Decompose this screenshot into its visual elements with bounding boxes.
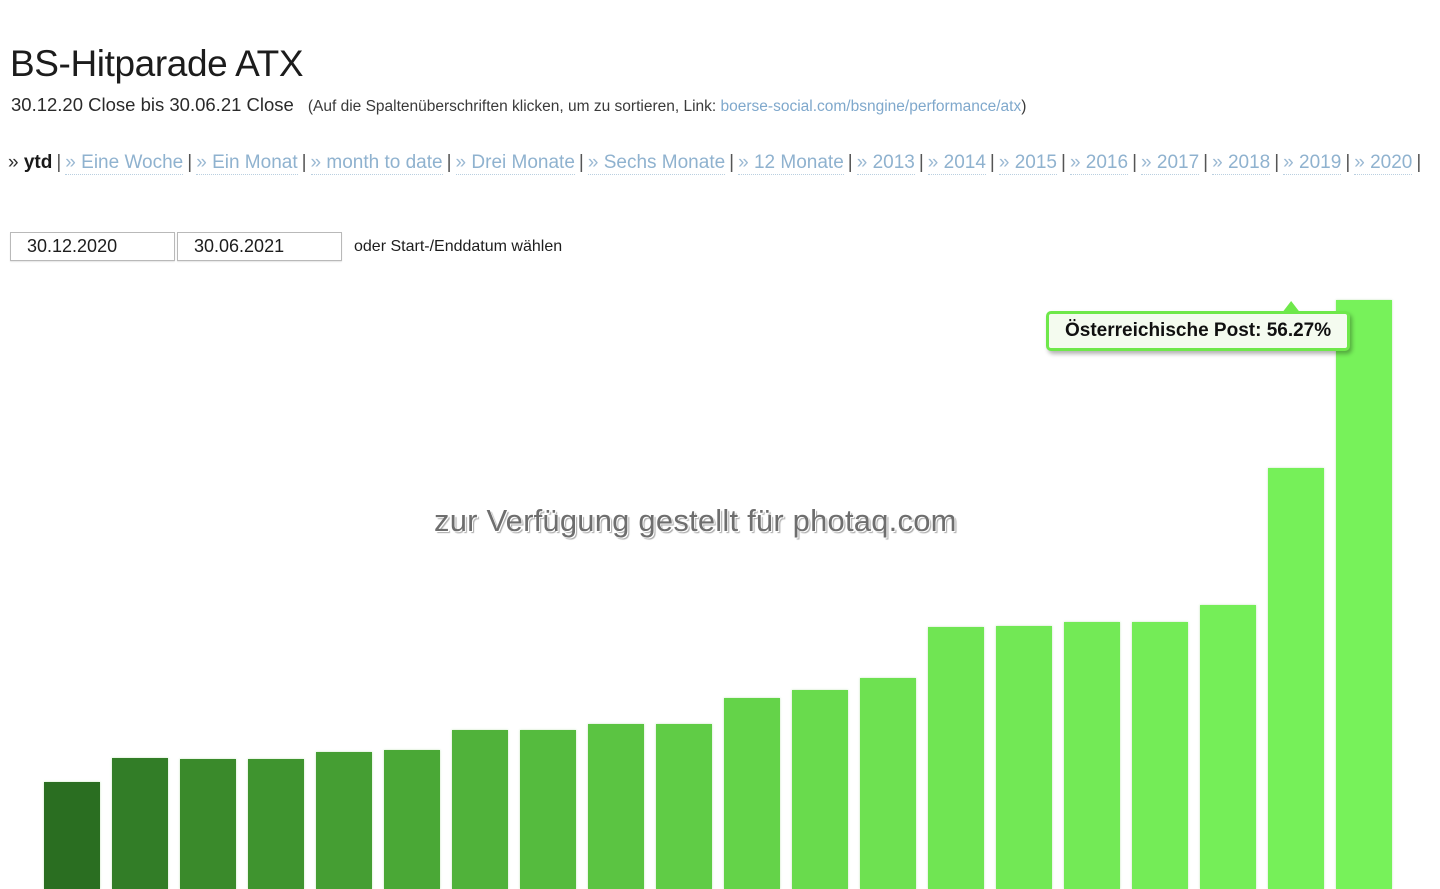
date-note-label: oder Start-/Enddatum wählen xyxy=(354,237,563,255)
nav-item-2013[interactable]: » 2013 xyxy=(856,152,915,175)
nav-separator: | xyxy=(187,152,193,173)
chevron-right-icon: » xyxy=(310,152,327,173)
bar-19[interactable] xyxy=(1268,468,1324,889)
nav-separator: | xyxy=(918,152,924,173)
nav-item-label: 2019 xyxy=(1299,152,1342,173)
page-title: BS-Hitparade ATX xyxy=(10,42,304,84)
nav-item-2020[interactable]: » 2020 xyxy=(1354,152,1413,175)
bar-13[interactable] xyxy=(860,678,916,889)
bar-1[interactable] xyxy=(44,782,100,889)
bar-14[interactable] xyxy=(928,627,984,889)
period-nav: » ytd |» Eine Woche |» Ein Monat |» month t… xyxy=(8,147,1428,178)
bar-11[interactable] xyxy=(724,698,780,889)
nav-separator: | xyxy=(301,152,307,173)
nav-item-drei-monate[interactable]: » Drei Monate xyxy=(455,152,575,175)
nav-item-2018[interactable]: » 2018 xyxy=(1212,152,1271,175)
nav-item-label: 2014 xyxy=(943,152,986,173)
chevron-right-icon: » xyxy=(65,152,82,173)
bar-9[interactable] xyxy=(588,724,644,889)
chevron-right-icon: » xyxy=(1069,152,1086,173)
bar-15[interactable] xyxy=(996,626,1052,889)
nav-item-12-monate[interactable]: » 12 Monate xyxy=(738,152,844,175)
date-range-controls: oder Start-/Enddatum wählen xyxy=(10,232,562,261)
bar-16[interactable] xyxy=(1064,622,1120,889)
bar-3[interactable] xyxy=(180,759,236,889)
bar-tooltip: Österreichische Post: 56.27% xyxy=(1046,301,1351,351)
nav-item-label: Eine Woche xyxy=(81,152,184,173)
nav-item-label: 2015 xyxy=(1014,152,1057,173)
bar-8[interactable] xyxy=(520,730,576,889)
bar-5[interactable] xyxy=(316,752,372,889)
nav-separator: | xyxy=(56,152,62,173)
bar-4[interactable] xyxy=(248,759,304,889)
nav-separator: | xyxy=(1416,152,1422,173)
tooltip-label: Österreichische Post: 56.27% xyxy=(1065,320,1332,341)
chevron-right-icon: » xyxy=(856,152,873,173)
chevron-right-icon: » xyxy=(455,152,472,173)
chevron-right-icon: » xyxy=(1354,152,1371,173)
bar-20[interactable] xyxy=(1336,300,1392,889)
nav-item-label: Sechs Monate xyxy=(603,152,726,173)
watermark-text: zur Verfügung gestellt für photaq.com xyxy=(434,503,957,538)
bar-10[interactable] xyxy=(656,724,712,889)
chevron-right-icon: » xyxy=(196,152,213,173)
nav-item-label: month to date xyxy=(326,152,443,173)
tooltip-arrow-icon xyxy=(1281,301,1302,314)
nav-item-label: 12 Monate xyxy=(753,152,844,173)
chevron-right-icon: » xyxy=(738,152,754,173)
subtitle-row: 30.12.20 Close bis 30.06.21 Close (Auf di… xyxy=(11,94,1026,116)
bar-12[interactable] xyxy=(792,690,848,889)
nav-separator: | xyxy=(989,152,995,173)
nav-item-label: Drei Monate xyxy=(471,152,575,173)
bar-18[interactable] xyxy=(1200,605,1256,889)
bar-6[interactable] xyxy=(384,750,440,889)
chevron-right-icon: » xyxy=(1283,152,1300,173)
nav-separator: | xyxy=(446,152,452,173)
bar-7[interactable] xyxy=(452,730,508,889)
bar-2[interactable] xyxy=(112,758,168,889)
bar-17[interactable] xyxy=(1132,622,1188,889)
nav-item-label: 2020 xyxy=(1370,152,1413,173)
nav-item-2019[interactable]: » 2019 xyxy=(1283,152,1342,175)
performance-link[interactable]: boerse-social.com/bsngine/performance/at… xyxy=(721,98,1022,115)
nav-separator: | xyxy=(1345,152,1351,173)
nav-item-label: 2018 xyxy=(1227,152,1271,173)
nav-item-2015[interactable]: » 2015 xyxy=(998,152,1057,175)
nav-item-2016[interactable]: » 2016 xyxy=(1069,152,1129,175)
nav-item-label: Ein Monat xyxy=(212,152,298,173)
nav-separator: | xyxy=(847,152,853,173)
bar-chart: zur Verfügung gestellt für photaq.com Ös… xyxy=(0,0,1440,889)
chevron-right-icon: » xyxy=(998,152,1015,173)
nav-item-sechs-monate[interactable]: » Sechs Monate xyxy=(587,152,726,175)
nav-item-label: 2013 xyxy=(872,152,915,173)
sort-hint-prefix: (Auf die Spaltenüberschriften klicken, u… xyxy=(307,98,721,115)
nav-item-month-to-date[interactable]: » month to date xyxy=(310,152,443,175)
sort-hint-suffix: ) xyxy=(1021,98,1027,115)
nav-item-label: 2017 xyxy=(1156,152,1200,173)
nav-item-2014[interactable]: » 2014 xyxy=(927,152,986,175)
nav-item-ein-monat[interactable]: » Ein Monat xyxy=(196,152,298,175)
nav-separator: | xyxy=(578,152,584,173)
nav-item-label: ytd xyxy=(23,152,53,173)
chevron-right-icon: » xyxy=(587,152,604,173)
nav-separator: | xyxy=(1203,152,1209,173)
nav-separator: | xyxy=(1274,152,1280,173)
nav-item-2017[interactable]: » 2017 xyxy=(1141,152,1200,175)
end-date-input[interactable] xyxy=(177,232,342,261)
chevron-right-icon: » xyxy=(1141,152,1157,173)
nav-item-eine-woche[interactable]: » Eine Woche xyxy=(65,152,184,175)
nav-separator: | xyxy=(1061,152,1066,173)
chevron-right-icon: » xyxy=(927,152,944,173)
date-range-label: 30.12.20 Close bis 30.06.21 Close xyxy=(11,94,294,115)
chevron-right-icon: » xyxy=(1212,152,1228,173)
nav-item-label: 2016 xyxy=(1085,152,1129,173)
start-date-input[interactable] xyxy=(10,232,175,261)
sort-hint: (Auf die Spaltenüberschriften klicken, u… xyxy=(308,98,1027,115)
nav-item-ytd[interactable]: » ytd xyxy=(8,152,52,174)
chevron-right-icon: » xyxy=(8,152,24,173)
nav-separator: | xyxy=(729,152,735,173)
nav-separator: | xyxy=(1132,152,1138,173)
